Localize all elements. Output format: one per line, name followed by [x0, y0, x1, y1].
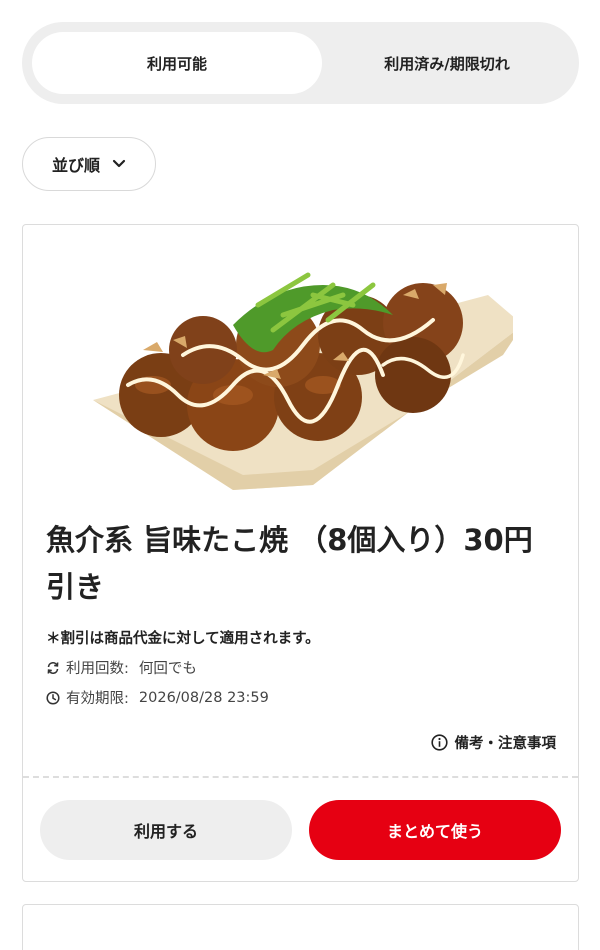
usage-label: 利用回数: [66, 661, 129, 677]
status-segmented-control: 利用可能 利用済み/期限切れ [22, 22, 579, 104]
use-button[interactable]: 利用する [40, 800, 292, 860]
info-icon [430, 734, 448, 751]
tab-available[interactable]: 利用可能 [32, 32, 322, 94]
coupon-title: 魚介系 旨味たこ焼 （8個入り）30円引き [46, 523, 533, 604]
sort-label: 並び順 [51, 156, 100, 175]
card-divider [23, 776, 578, 778]
remarks-link[interactable]: 備考・注意事項 [430, 732, 557, 753]
coupon-card: 魚介系 旨味たこ焼 （8個入り）30円引き ＊割引は商品代金に対して適用されます… [22, 224, 579, 882]
expiry-label: 有効期限: [66, 691, 129, 707]
discount-note: ＊割引は商品代金に対して適用されます。 [46, 631, 320, 647]
usage-value: 何回でも [138, 661, 197, 677]
tab-used-expired[interactable]: 利用済み/期限切れ [322, 32, 572, 94]
expiry-row: 有効期限: 2026/08/28 23:59 [46, 687, 269, 708]
refresh-icon [47, 661, 59, 674]
usage-count-row: 利用回数: 何回でも [46, 657, 197, 678]
chevron-down-icon [112, 159, 126, 168]
sort-dropdown[interactable]: 並び順 [22, 137, 156, 191]
clock-icon [46, 690, 60, 705]
coupon-card-next [22, 904, 579, 950]
expiry-value: 2026/08/28 23:59 [138, 689, 269, 706]
remarks-label: 備考・注意事項 [454, 736, 557, 752]
bulk-use-button[interactable]: まとめて使う [309, 800, 561, 860]
takoyaki-photo [93, 272, 513, 490]
